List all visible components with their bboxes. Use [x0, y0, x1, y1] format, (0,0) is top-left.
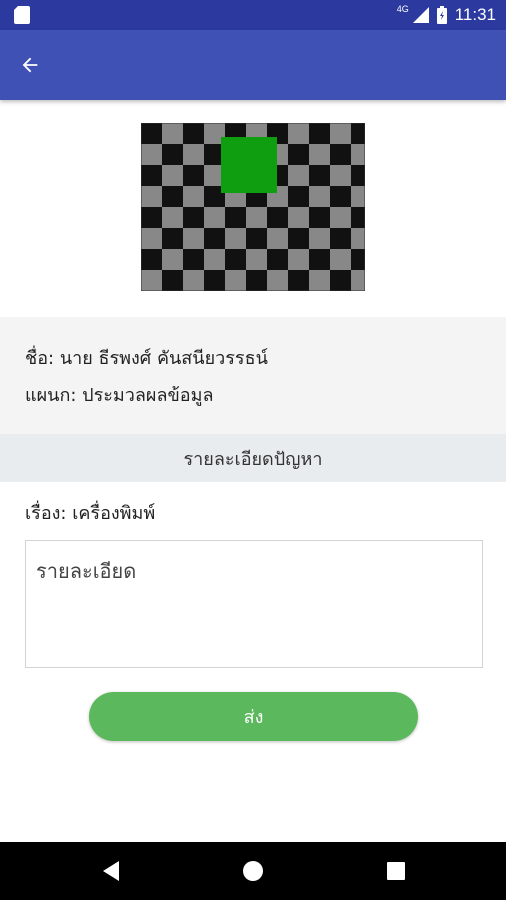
status-bar: 4G 11:31	[0, 0, 506, 30]
problem-subject: เรื่อง: เครื่องพิมพ์	[25, 503, 156, 524]
network-type: 4G	[396, 4, 409, 14]
status-time: 11:31	[454, 5, 496, 24]
system-nav-bar	[0, 842, 506, 900]
back-button[interactable]	[12, 47, 48, 83]
nav-home-icon	[243, 861, 263, 881]
nav-back-button[interactable]	[99, 859, 123, 883]
problem-detail-field[interactable]	[25, 540, 483, 668]
user-department: แผนก: ประมวลผลข้อมูล	[25, 385, 214, 406]
user-info-panel: ชื่อ: นาย ธีรพงศ์ คันสนียวรรธน์ แผนก: ปร…	[0, 317, 506, 434]
battery-icon	[436, 6, 447, 24]
problem-details-header: รายละเอียดปัญหา	[0, 434, 506, 482]
profile-image	[141, 123, 365, 291]
user-name: ชื่อ: นาย ธีรพงศ์ คันสนียวรรธน์	[25, 348, 268, 369]
arrow-back-icon	[22, 57, 38, 73]
nav-recent-button[interactable]	[384, 859, 408, 883]
send-button[interactable]: ส่ง	[89, 692, 418, 741]
app-bar	[0, 30, 506, 100]
nav-recent-icon	[387, 862, 405, 880]
sd-card-icon	[14, 6, 30, 24]
signal-icon	[412, 7, 429, 23]
nav-home-button[interactable]	[241, 859, 265, 883]
nav-back-icon	[103, 861, 119, 881]
